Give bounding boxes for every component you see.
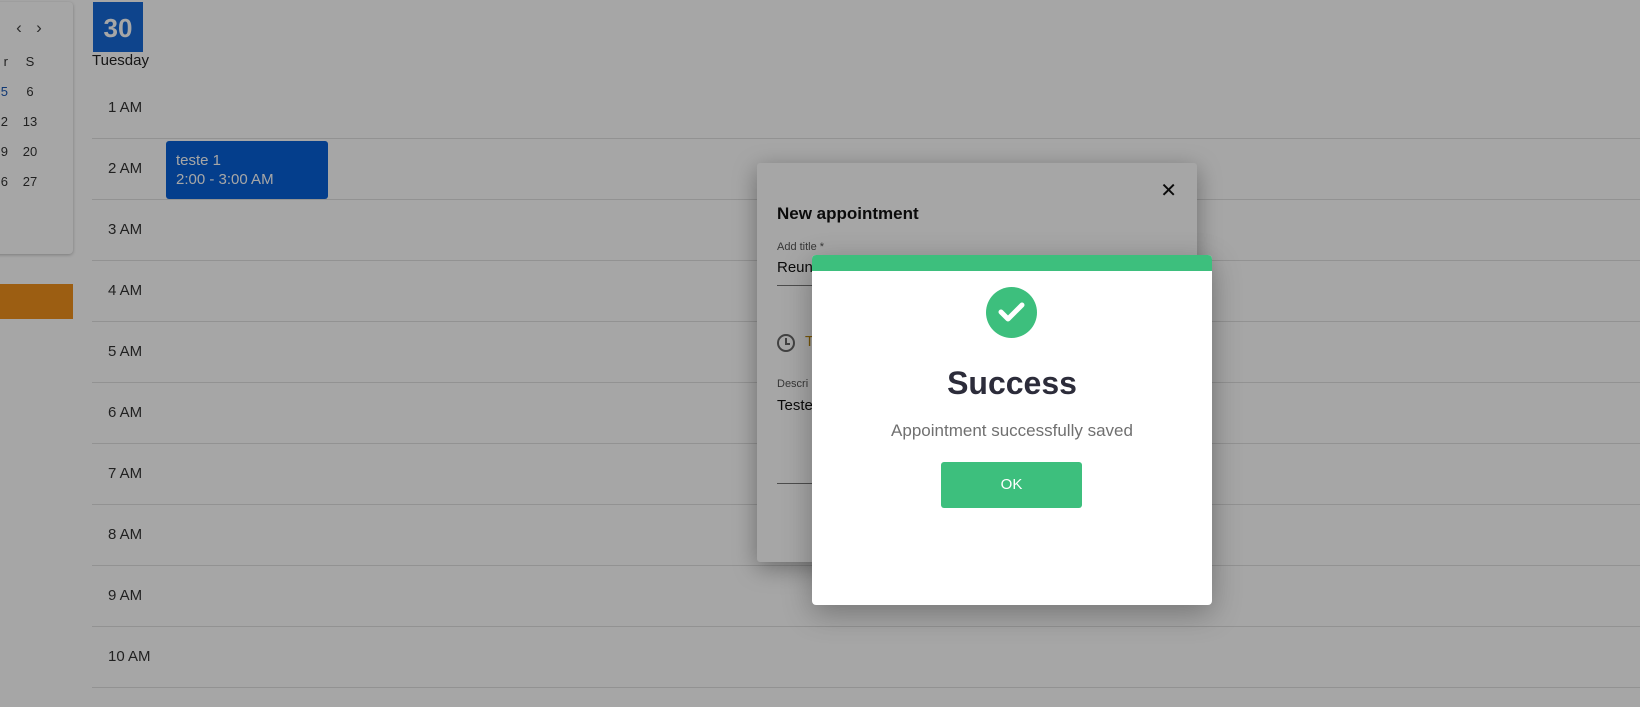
success-message: Appointment successfully saved [891, 421, 1133, 440]
ok-button[interactable]: OK [941, 462, 1082, 508]
success-modal: Success Appointment successfully saved O… [812, 255, 1212, 605]
success-title: Success [947, 365, 1077, 401]
success-modal-accent-bar [812, 255, 1212, 271]
check-icon [986, 287, 1037, 338]
